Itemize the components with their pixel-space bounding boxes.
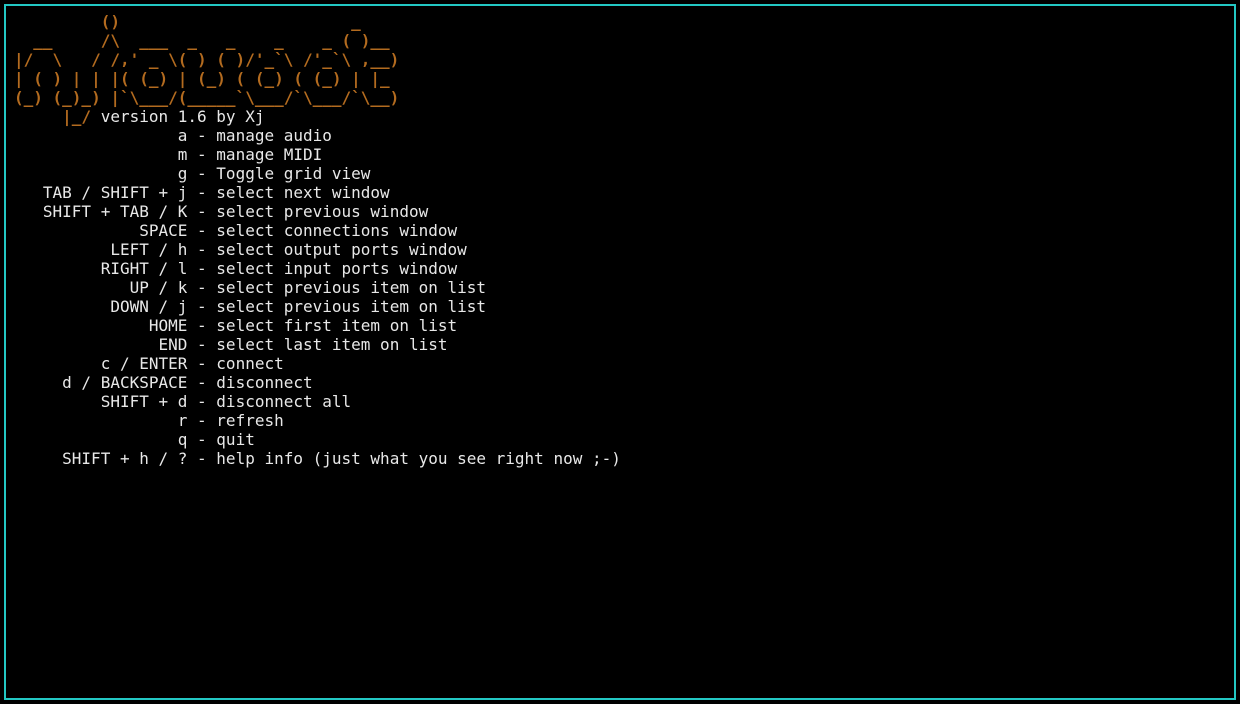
keybinding-row: d / BACKSPACE - disconnect (14, 373, 1226, 392)
keybinding-row: UP / k - select previous item on list (14, 278, 1226, 297)
keybinding-separator: - (187, 278, 216, 297)
keybinding-separator: - (187, 411, 216, 430)
keybinding-key: HOME (14, 316, 187, 335)
keybinding-desc: select connections window (216, 221, 457, 240)
keybinding-separator: - (187, 259, 216, 278)
keybinding-desc: disconnect all (216, 392, 351, 411)
keybinding-row: SHIFT + d - disconnect all (14, 392, 1226, 411)
keybinding-separator: - (187, 221, 216, 240)
keybinding-desc: quit (216, 430, 255, 449)
keybinding-row: SHIFT + h / ? - help info (just what you… (14, 449, 1226, 468)
keybinding-key: UP / k (14, 278, 187, 297)
keybinding-separator: - (187, 202, 216, 221)
keybinding-row: END - select last item on list (14, 335, 1226, 354)
keybinding-desc: refresh (216, 411, 283, 430)
keybinding-key: SHIFT + h / ? (14, 449, 187, 468)
keybinding-key: DOWN / j (14, 297, 187, 316)
keybinding-separator: - (187, 126, 216, 145)
help-screen: () _ __ /\ ___ _ _ _ _ ( )__ |/ \ / /,' … (14, 12, 1226, 468)
keybinding-desc: select next window (216, 183, 389, 202)
logo-tail: |_/ (14, 107, 101, 126)
keybinding-row: c / ENTER - connect (14, 354, 1226, 373)
keybinding-row: g - Toggle grid view (14, 164, 1226, 183)
keybinding-separator: - (187, 164, 216, 183)
keybinding-desc: select previous item on list (216, 297, 486, 316)
keybinding-key: LEFT / h (14, 240, 187, 259)
keybinding-row: SPACE - select connections window (14, 221, 1226, 240)
keybinding-separator: - (187, 354, 216, 373)
keybinding-key: SPACE (14, 221, 187, 240)
ascii-logo: () _ __ /\ ___ _ _ _ _ ( )__ |/ \ / /,' … (14, 12, 1226, 107)
keybinding-desc: manage audio (216, 126, 332, 145)
keybinding-separator: - (187, 430, 216, 449)
version-line: |_/ version 1.6 by Xj (14, 107, 1226, 126)
keybinding-key: SHIFT + d (14, 392, 187, 411)
keybinding-desc: connect (216, 354, 283, 373)
keybinding-key: c / ENTER (14, 354, 187, 373)
keybinding-separator: - (187, 373, 216, 392)
keybinding-row: SHIFT + TAB / K - select previous window (14, 202, 1226, 221)
keybinding-separator: - (187, 335, 216, 354)
keybinding-key: a (14, 126, 187, 145)
keybinding-desc: select previous window (216, 202, 428, 221)
keybinding-desc: manage MIDI (216, 145, 322, 164)
keybinding-desc: select first item on list (216, 316, 457, 335)
keybinding-key: TAB / SHIFT + j (14, 183, 187, 202)
keybinding-key: g (14, 164, 187, 183)
keybinding-row: r - refresh (14, 411, 1226, 430)
keybinding-desc: help info (just what you see right now ;… (216, 449, 621, 468)
keybinding-row: a - manage audio (14, 126, 1226, 145)
keybinding-desc: select last item on list (216, 335, 447, 354)
keybinding-desc: select previous item on list (216, 278, 486, 297)
keybinding-separator: - (187, 240, 216, 259)
keybinding-key: q (14, 430, 187, 449)
keybinding-row: RIGHT / l - select input ports window (14, 259, 1226, 278)
keybinding-desc: select output ports window (216, 240, 466, 259)
keybinding-key: SHIFT + TAB / K (14, 202, 187, 221)
keybinding-separator: - (187, 316, 216, 335)
keybinding-row: DOWN / j - select previous item on list (14, 297, 1226, 316)
keybinding-separator: - (187, 449, 216, 468)
keybinding-row: q - quit (14, 430, 1226, 449)
keybinding-key: RIGHT / l (14, 259, 187, 278)
keybinding-separator: - (187, 392, 216, 411)
keybinding-separator: - (187, 145, 216, 164)
keybinding-desc: Toggle grid view (216, 164, 370, 183)
keybinding-row: LEFT / h - select output ports window (14, 240, 1226, 259)
keybinding-row: HOME - select first item on list (14, 316, 1226, 335)
keybinding-key: d / BACKSPACE (14, 373, 187, 392)
version-text: version 1.6 by Xj (101, 107, 265, 126)
keybinding-desc: select input ports window (216, 259, 457, 278)
keybinding-key: END (14, 335, 187, 354)
keybinding-key: m (14, 145, 187, 164)
keybinding-separator: - (187, 297, 216, 316)
keybinding-list: a - manage audiom - manage MIDIg - Toggl… (14, 126, 1226, 468)
keybinding-desc: disconnect (216, 373, 312, 392)
keybinding-separator: - (187, 183, 216, 202)
keybinding-row: m - manage MIDI (14, 145, 1226, 164)
keybinding-row: TAB / SHIFT + j - select next window (14, 183, 1226, 202)
keybinding-key: r (14, 411, 187, 430)
